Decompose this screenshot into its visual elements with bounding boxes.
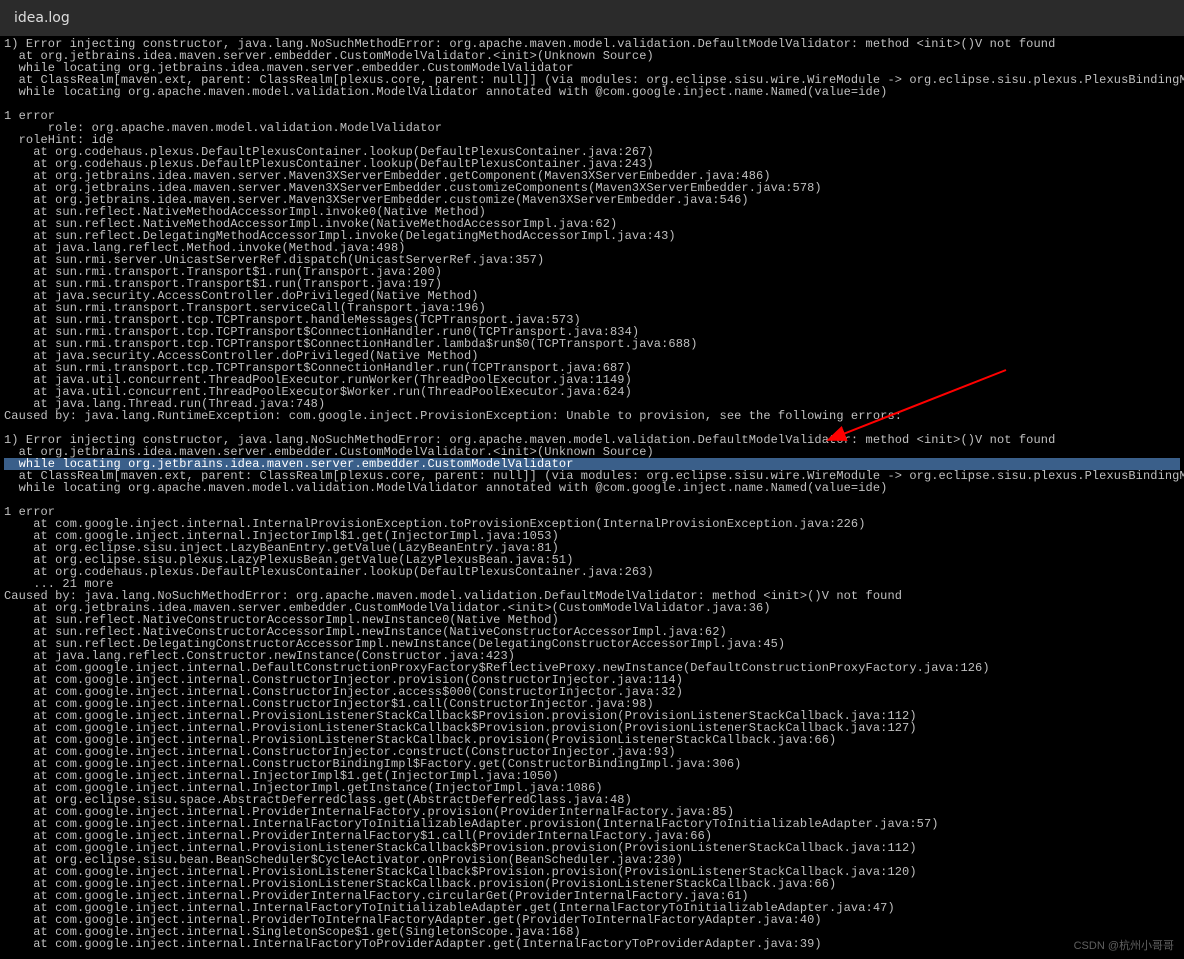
log-line: while locating org.apache.maven.model.va… xyxy=(4,482,1180,494)
log-line: role: org.apache.maven.model.validation.… xyxy=(4,122,1180,134)
log-line xyxy=(4,98,1180,110)
log-line: at org.codehaus.plexus.DefaultPlexusCont… xyxy=(4,566,1180,578)
log-line: Caused by: java.lang.RuntimeException: c… xyxy=(4,410,1180,422)
filename-label: idea.log xyxy=(14,10,70,26)
watermark: CSDN @杭州小哥哥 xyxy=(1074,937,1174,953)
log-line xyxy=(4,494,1180,506)
log-line: at com.google.inject.internal.InternalFa… xyxy=(4,938,1180,950)
titlebar: idea.log xyxy=(0,0,1184,36)
log-viewer[interactable]: 1) Error injecting constructor, java.lan… xyxy=(0,36,1184,952)
log-line: while locating org.apache.maven.model.va… xyxy=(4,86,1180,98)
